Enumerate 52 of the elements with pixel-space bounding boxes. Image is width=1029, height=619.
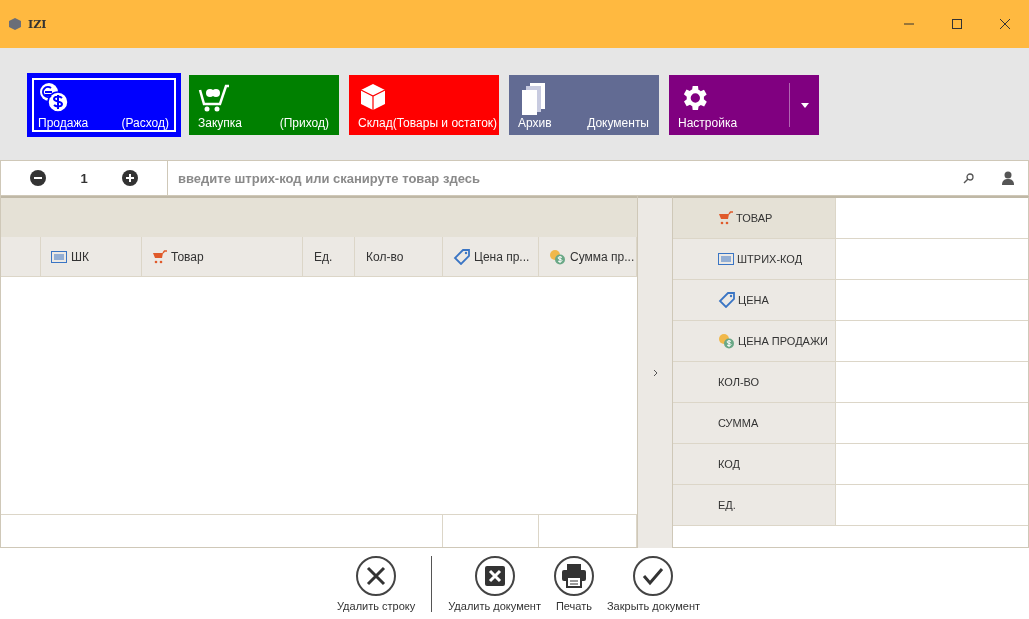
column-header[interactable]: Сумма пр...	[539, 237, 637, 276]
app-icon	[8, 17, 22, 31]
window-title: IZI	[28, 17, 47, 31]
dropdown-icon[interactable]	[800, 102, 809, 108]
coins-icon	[549, 248, 566, 265]
coins-icon	[38, 82, 70, 114]
barcode-icon	[718, 253, 734, 265]
cart-icon	[198, 82, 230, 112]
chevron-right-icon[interactable]	[652, 369, 658, 377]
tile-label: Настройка	[678, 116, 738, 130]
document-action-button[interactable]: Печать	[550, 555, 597, 612]
detail-label-text: КОД	[718, 458, 741, 470]
detail-label-text: ЦЕНА ПРОДАЖИ	[738, 335, 828, 347]
column-header[interactable]: Кол-во	[355, 237, 443, 276]
column-header[interactable]: Цена пр...	[443, 237, 539, 276]
detail-label-text: ЦЕНА	[738, 294, 769, 306]
checkmark-icon	[632, 555, 675, 597]
detail-label-text: СУММА	[718, 417, 759, 429]
cube-icon	[358, 82, 388, 112]
close-icon	[355, 555, 398, 597]
menu-tile[interactable]: Продажа (Расход)	[29, 75, 179, 135]
menu-tile[interactable]: Архив Документы	[509, 75, 659, 135]
detail-label-text: КОЛ-ВО	[718, 376, 760, 388]
detail-label-text: ЕД.	[718, 499, 736, 511]
delete-row-button[interactable]: Удалить строку	[334, 555, 418, 612]
column-header[interactable]: ШК	[41, 237, 142, 276]
document-action-button[interactable]: Удалить документ	[446, 555, 543, 612]
tile-label: Закупка	[198, 116, 242, 130]
cart-icon	[152, 249, 167, 264]
tile-label: (Расход)	[121, 116, 169, 130]
tile-label: Архив	[518, 116, 552, 130]
detail-label-text: ШТРИХ-КОД	[737, 253, 803, 265]
detail-label-text: ТОВАР	[736, 212, 773, 224]
coins-icon	[718, 333, 735, 349]
price-tag-icon	[718, 292, 735, 308]
tile-label: Документы	[587, 116, 649, 130]
close-icon[interactable]	[1000, 19, 1010, 29]
barcode-icon	[51, 250, 67, 263]
column-header[interactable]: Ед.	[303, 237, 355, 276]
document-action-button[interactable]: Закрыть документ	[604, 555, 702, 612]
menu-tile[interactable]: Настройка	[669, 75, 819, 135]
printer-icon	[552, 555, 595, 597]
menu-tile[interactable]: Склад(Товары и остаток)	[349, 75, 499, 135]
tile-label: Продажа	[38, 116, 89, 130]
maximize-icon[interactable]	[952, 19, 962, 29]
tile-label: (Приход)	[279, 116, 329, 130]
cart-icon	[718, 211, 733, 225]
delete-icon	[473, 555, 516, 597]
column-header[interactable]: Товар	[142, 237, 303, 276]
price-tag-icon	[453, 248, 470, 265]
tile-label: Склад(Товары и остаток)	[358, 116, 498, 130]
menu-tile[interactable]: Закупка (Приход)	[189, 75, 339, 135]
